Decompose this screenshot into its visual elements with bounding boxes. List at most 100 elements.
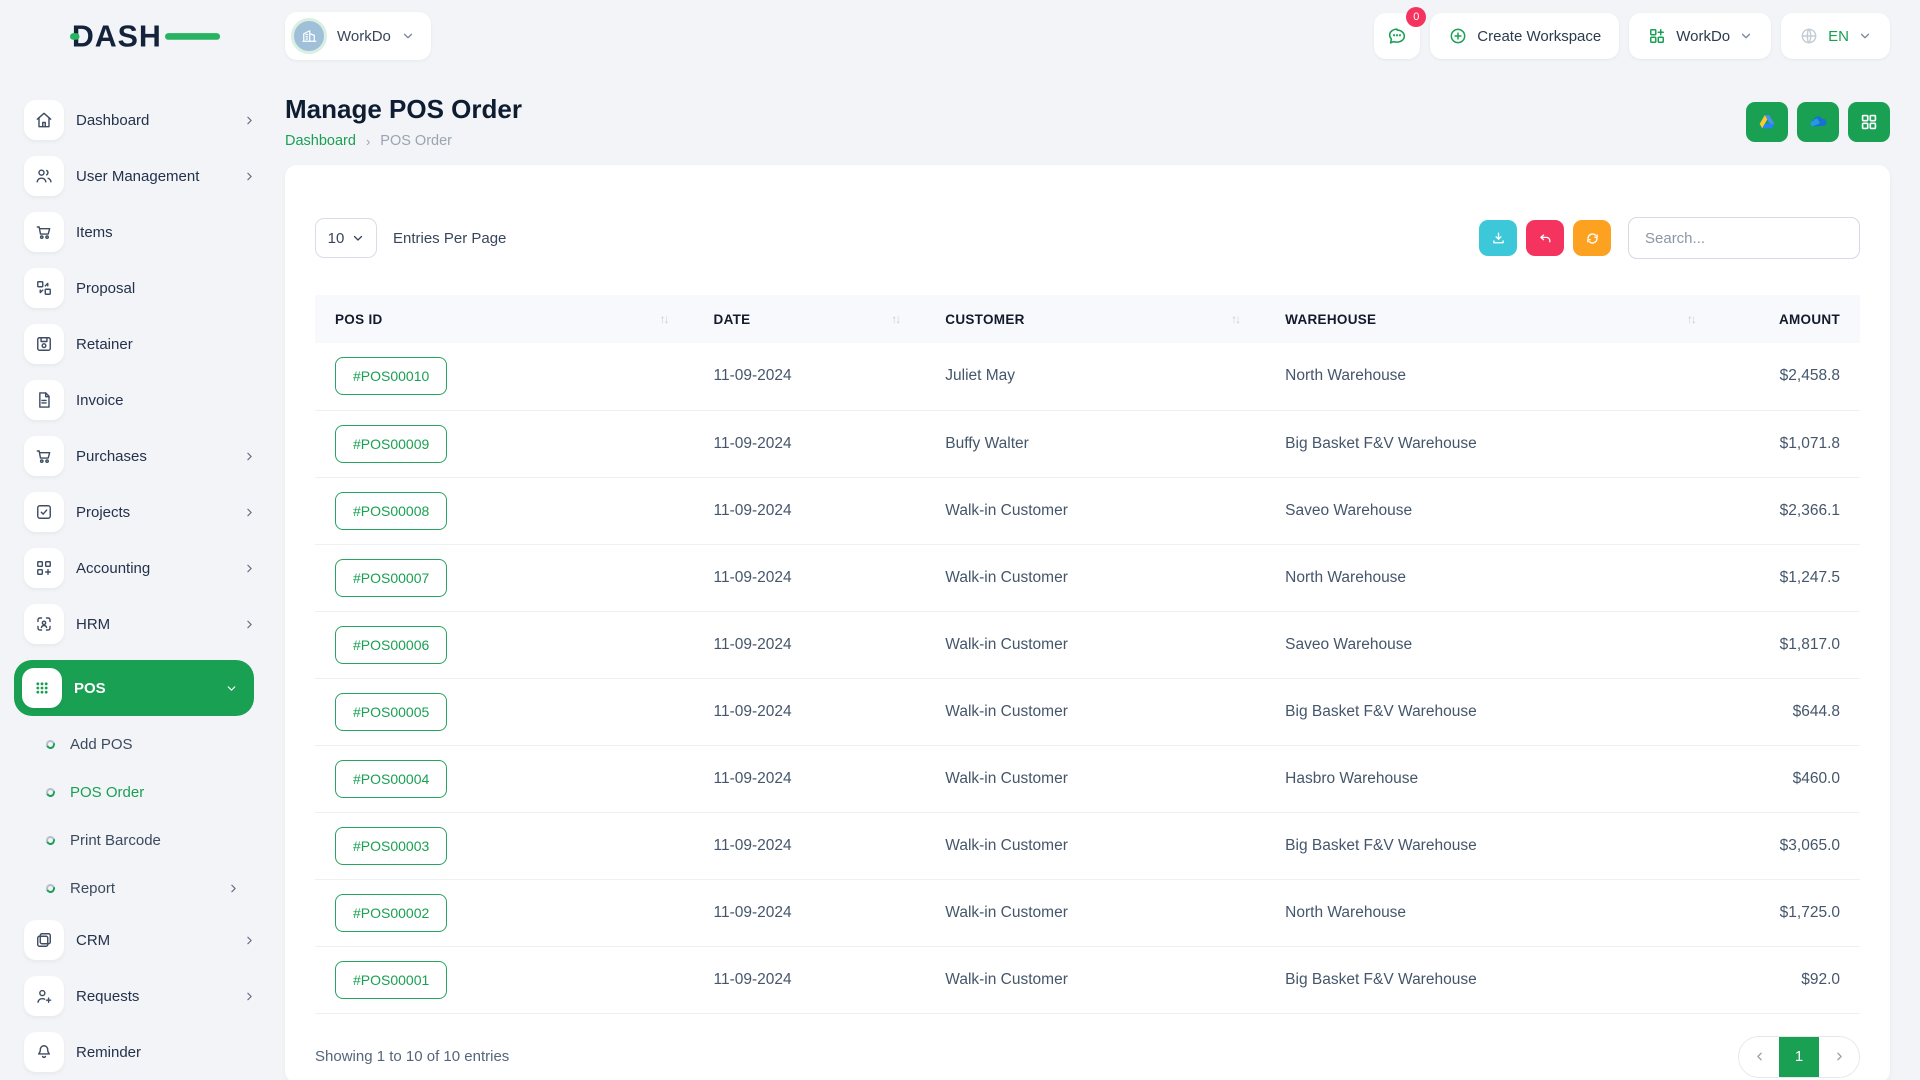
workspace-avatar — [291, 18, 327, 54]
date-cell: 11-09-2024 — [694, 410, 926, 477]
pos-id-badge[interactable]: #POS00007 — [335, 559, 447, 597]
chevron-right-icon — [243, 450, 256, 463]
customer-cell: Walk-in Customer — [925, 812, 1265, 879]
pagination: 1 — [1738, 1036, 1860, 1078]
sidebar-item-hrm[interactable]: HRM — [24, 604, 256, 644]
amount-cell: $92.0 — [1721, 946, 1860, 1013]
chevron-down-icon — [352, 232, 364, 244]
sidebar-subitem-report[interactable]: Report — [46, 872, 240, 904]
pos-id-badge[interactable]: #POS00010 — [335, 357, 447, 395]
entries-summary: Showing 1 to 10 of 10 entries — [315, 1048, 509, 1065]
current-page-button[interactable]: 1 — [1779, 1037, 1819, 1077]
sidebar-item-proposal[interactable]: Proposal — [24, 268, 256, 308]
table-row: #POS00007 11-09-2024 Walk-in Customer No… — [315, 544, 1860, 611]
workspace-selector[interactable]: WorkDo — [285, 12, 431, 60]
chevron-down-icon — [225, 682, 238, 695]
sidebar-item-label: User Management — [76, 168, 199, 185]
customer-cell: Walk-in Customer — [925, 477, 1265, 544]
sidebar-subitem-label: Print Barcode — [70, 832, 161, 849]
sidebar-subitem-add-pos[interactable]: Add POS — [46, 728, 240, 760]
refresh-button[interactable] — [1573, 220, 1611, 256]
page-head-actions — [1746, 102, 1890, 142]
sidebar-item-retainer[interactable]: Retainer — [24, 324, 256, 364]
onedrive-icon — [1807, 111, 1829, 133]
messages-badge: 0 — [1406, 7, 1426, 27]
company-label: WorkDo — [1676, 28, 1730, 45]
sidebar-item-items[interactable]: Items — [24, 212, 256, 252]
globe-icon — [1799, 26, 1819, 46]
top-bar: DASH WorkDo 0 Create Workspace — [0, 0, 1920, 72]
customer-cell: Walk-in Customer — [925, 611, 1265, 678]
column-header-amount[interactable]: AMOUNT — [1721, 295, 1860, 343]
pos-id-badge[interactable]: #POS00001 — [335, 961, 447, 999]
amount-cell: $1,247.5 — [1721, 544, 1860, 611]
column-header-customer[interactable]: CUSTOMER↑↓ — [925, 295, 1265, 343]
refresh-icon — [1584, 230, 1601, 247]
pos-id-badge[interactable]: #POS00002 — [335, 894, 447, 932]
sidebar-item-reminder[interactable]: Reminder — [24, 1032, 256, 1072]
sidebar-item-accounting[interactable]: Accounting — [24, 548, 256, 588]
company-dropdown[interactable]: WorkDo — [1629, 13, 1771, 59]
sidebar-item-projects[interactable]: Projects — [24, 492, 256, 532]
prev-page-button[interactable] — [1739, 1037, 1779, 1077]
sidebar-item-dashboard[interactable]: Dashboard — [24, 100, 256, 140]
pos-id-badge[interactable]: #POS00006 — [335, 626, 447, 664]
sidebar-subitem-label: Add POS — [70, 736, 133, 753]
reset-button[interactable] — [1526, 220, 1564, 256]
messages-button[interactable]: 0 — [1374, 13, 1420, 59]
sidebar-item-label: Items — [76, 224, 113, 241]
column-header-date[interactable]: DATE↑↓ — [694, 295, 926, 343]
next-page-button[interactable] — [1819, 1037, 1859, 1077]
bell-icon — [24, 1032, 64, 1072]
pos-id-badge[interactable]: #POS00008 — [335, 492, 447, 530]
column-header-pos-id[interactable]: POS ID↑↓ — [315, 295, 694, 343]
table-row: #POS00006 11-09-2024 Walk-in Customer Sa… — [315, 611, 1860, 678]
grid-view-button[interactable] — [1848, 102, 1890, 142]
google-drive-button[interactable] — [1746, 102, 1788, 142]
date-cell: 11-09-2024 — [694, 812, 926, 879]
sort-icon[interactable]: ↑↓ — [660, 312, 668, 326]
sidebar-item-label: POS — [74, 680, 106, 697]
language-dropdown[interactable]: EN — [1781, 13, 1890, 59]
sidebar-item-crm[interactable]: CRM — [24, 920, 256, 960]
breadcrumb-separator: › — [366, 134, 370, 149]
date-cell: 11-09-2024 — [694, 343, 926, 410]
brand-logo[interactable]: DASH — [70, 16, 222, 56]
pos-id-badge[interactable]: #POS00005 — [335, 693, 447, 731]
create-workspace-button[interactable]: Create Workspace — [1430, 13, 1619, 59]
sort-icon[interactable]: ↑↓ — [1231, 312, 1239, 326]
warehouse-cell: North Warehouse — [1265, 879, 1721, 946]
chevron-left-icon — [1753, 1050, 1766, 1063]
pos-id-badge[interactable]: #POS00003 — [335, 827, 447, 865]
pos-id-badge[interactable]: #POS00004 — [335, 760, 447, 798]
customer-cell: Juliet May — [925, 343, 1265, 410]
export-button[interactable] — [1479, 220, 1517, 256]
pos-id-badge[interactable]: #POS00009 — [335, 425, 447, 463]
sidebar-item-label: HRM — [76, 616, 110, 633]
sidebar-subitem-print-barcode[interactable]: Print Barcode — [46, 824, 240, 856]
sidebar-item-invoice[interactable]: Invoice — [24, 380, 256, 420]
sidebar-subitem-pos-order[interactable]: POS Order — [46, 776, 240, 808]
sidebar-item-pos[interactable]: POS — [14, 660, 254, 716]
customer-cell: Walk-in Customer — [925, 946, 1265, 1013]
date-cell: 11-09-2024 — [694, 611, 926, 678]
sidebar-item-requests[interactable]: Requests — [24, 976, 256, 1016]
breadcrumb-dashboard-link[interactable]: Dashboard — [285, 133, 356, 149]
onedrive-button[interactable] — [1797, 102, 1839, 142]
accounting-grid-icon — [24, 548, 64, 588]
sidebar-item-user-management[interactable]: User Management — [24, 156, 256, 196]
customer-cell: Walk-in Customer — [925, 678, 1265, 745]
column-header-warehouse[interactable]: WAREHOUSE↑↓ — [1265, 295, 1721, 343]
crm-windows-icon — [24, 920, 64, 960]
warehouse-cell: Big Basket F&V Warehouse — [1265, 946, 1721, 1013]
table-row: #POS00009 11-09-2024 Buffy Walter Big Ba… — [315, 410, 1860, 477]
plus-circle-icon — [1448, 26, 1468, 46]
sort-icon[interactable]: ↑↓ — [1687, 312, 1695, 326]
chevron-down-icon — [401, 29, 415, 43]
sidebar-item-purchases[interactable]: Purchases — [24, 436, 256, 476]
sort-icon[interactable]: ↑↓ — [891, 312, 899, 326]
entries-per-page-select[interactable]: 10 — [315, 218, 377, 258]
sidebar-subitem-label: Report — [70, 880, 115, 897]
search-input[interactable] — [1628, 217, 1860, 259]
warehouse-cell: Big Basket F&V Warehouse — [1265, 410, 1721, 477]
